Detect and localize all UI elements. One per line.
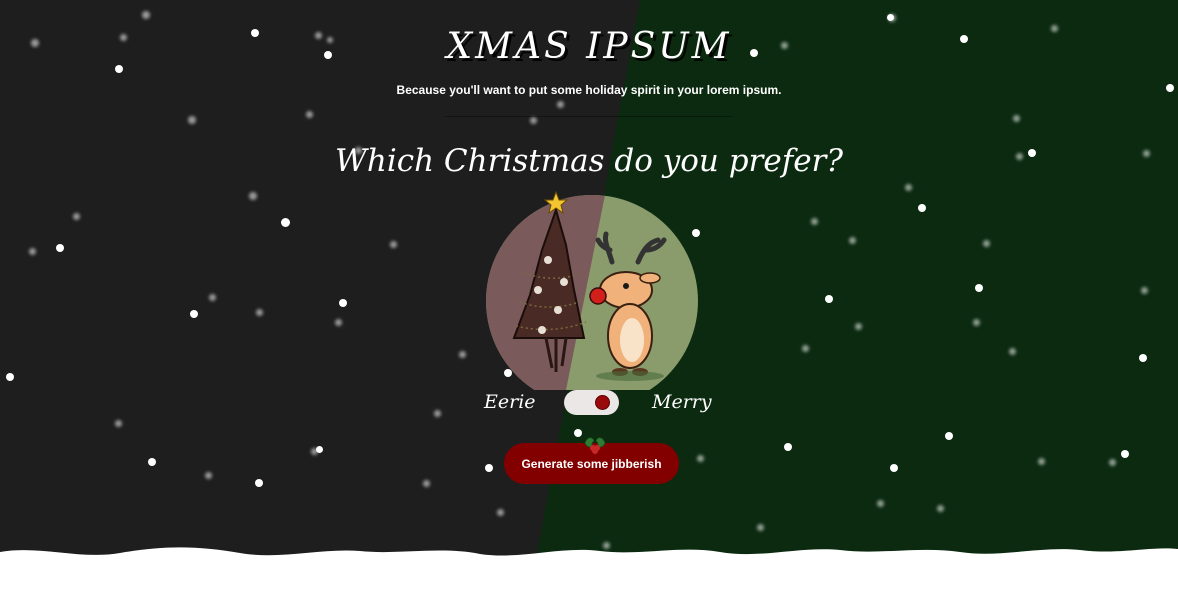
snow-ground [0, 547, 1178, 591]
holly-icon [584, 437, 606, 454]
toggle-knob[interactable] [596, 396, 609, 409]
eerie-tree-and-reindeer-icon [486, 190, 698, 390]
tagline: Because you'll want to put some holiday … [396, 83, 782, 97]
eerie-label: Eerie [484, 391, 536, 413]
merry-label: Merry [652, 391, 712, 413]
preference-question: Which Christmas do you prefer? [335, 143, 843, 179]
site-title: XMAS IPSUM [446, 26, 732, 67]
christmas-style-toggle[interactable] [564, 390, 619, 415]
header-divider [445, 116, 733, 117]
page-stage: XMAS IPSUM Because you'll want to put so… [0, 0, 1178, 591]
